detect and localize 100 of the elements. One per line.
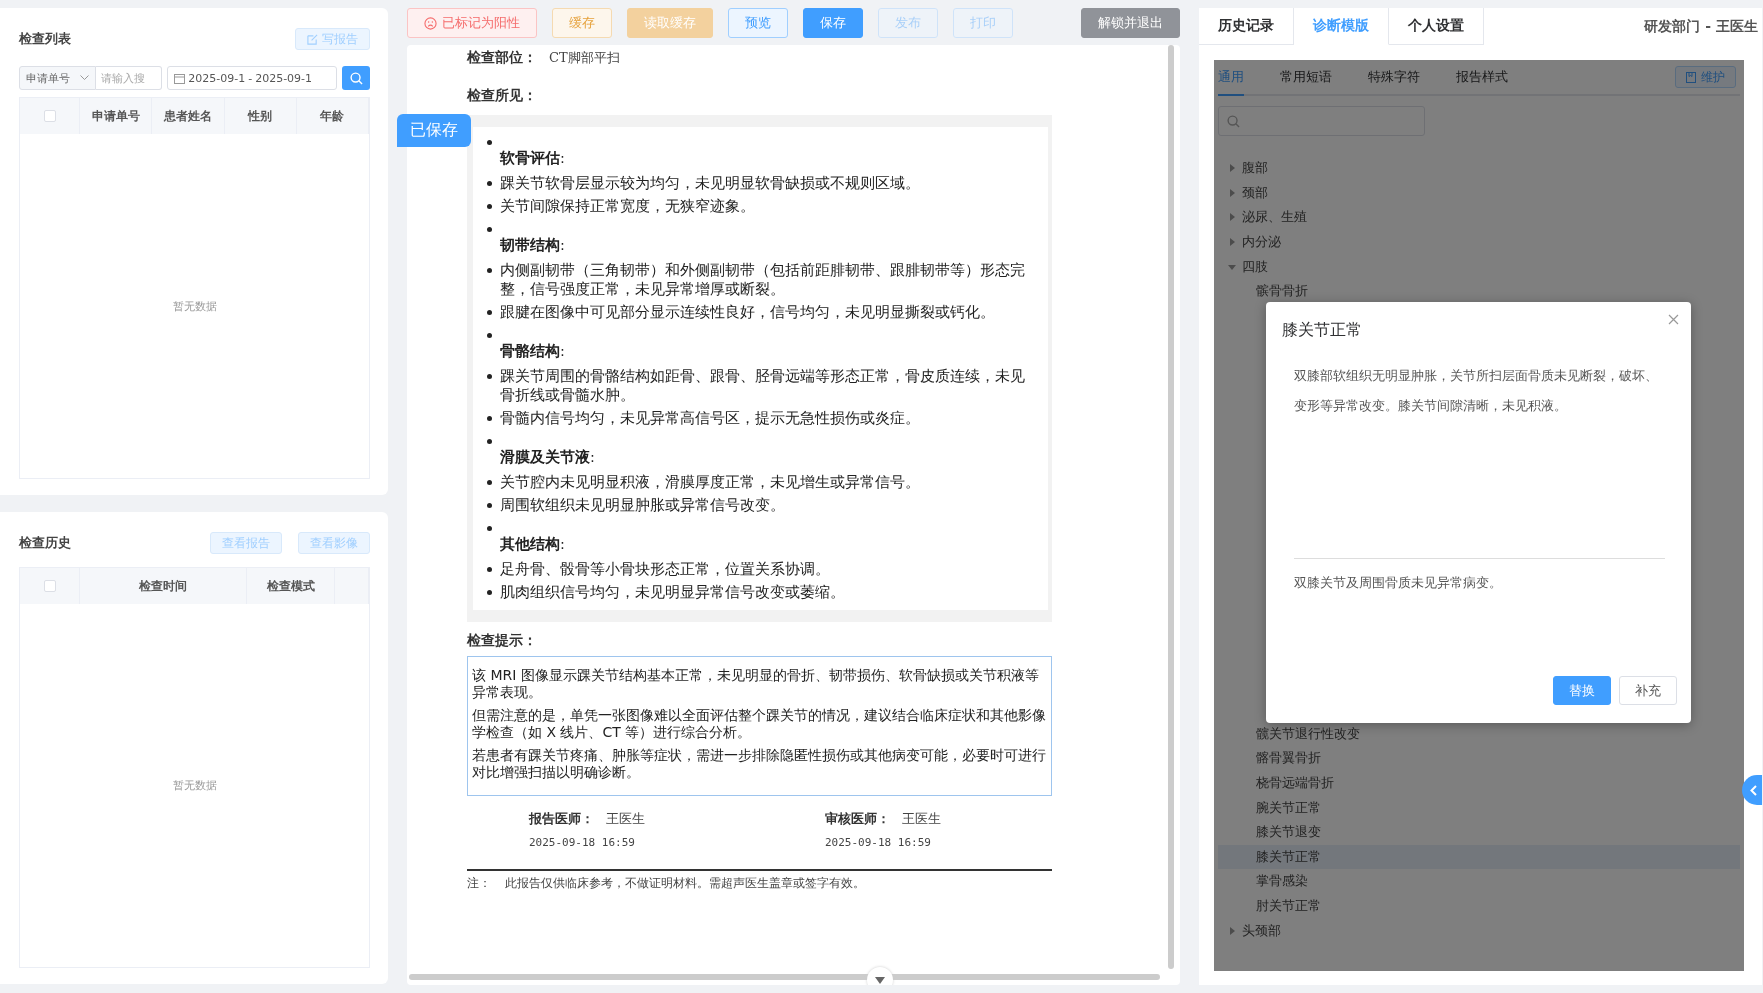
tree-item[interactable]: 肘关节正常 xyxy=(1218,893,1740,919)
dialog-button[interactable]: 补充 xyxy=(1619,676,1677,705)
column-header: 申请单号 xyxy=(80,98,153,134)
finding-text: 踝关节软骨层显示较为均匀，未见明显软骨缺损或不规则区域。 xyxy=(500,174,921,193)
user-name: 研发部门 - 王医生 xyxy=(1644,17,1759,36)
note-label: 注： xyxy=(467,875,491,892)
finding-text: 跟腱在图像中可见部分显示连续性良好，信号均匀，未见明显撕裂或钙化。 xyxy=(500,303,996,322)
tree-item[interactable]: 头颈部 xyxy=(1218,918,1740,943)
edit-icon xyxy=(307,33,318,45)
finding-text: 足舟骨、骰骨等小骨块形态正常，位置关系协调。 xyxy=(500,560,831,579)
field-label: 检查部位： xyxy=(467,49,537,67)
signature-time: 2025-09-18 16:59 xyxy=(825,836,932,849)
section-heading: 韧带结构: xyxy=(499,236,566,255)
signature-label: 报告医师： xyxy=(529,810,594,828)
tree-item[interactable]: 髋关节退行性改变 xyxy=(1218,721,1740,747)
tree-item[interactable]: 髂骨翼骨折 xyxy=(1218,746,1740,771)
signature-label: 审核医师： xyxy=(825,810,890,828)
bullet-icon xyxy=(487,140,492,145)
tree-item[interactable]: 桡骨远端骨折 xyxy=(1218,770,1740,796)
tree-item[interactable]: 腹部 xyxy=(1218,156,1740,181)
chevron-down-icon xyxy=(874,975,886,985)
hint-text: 该 MRI 图像显示踝关节结构基本正常，未见明显的骨折、韧带损伤、软骨缺损或关节积液等异常表现。 xyxy=(472,667,1040,701)
toolbar-button[interactable]: 预览 xyxy=(728,8,788,38)
tab[interactable]: 个人设置 xyxy=(1389,8,1484,45)
sad-face-icon xyxy=(424,16,437,30)
column-header: 检查时间 xyxy=(80,568,247,604)
bullet-icon xyxy=(487,268,492,273)
search-type-select[interactable]: 申请单号 xyxy=(19,66,97,90)
finding-text: 关节腔内未见明显积液，滑膜厚度正常，未见增生或异常信号。 xyxy=(500,473,921,492)
calendar-icon xyxy=(174,72,186,84)
toolbar-button[interactable]: 缓存 xyxy=(552,8,612,38)
close-button[interactable] xyxy=(1668,314,1679,325)
finding-text: 关节间隙保持正常宽度，无狭窄迹象。 xyxy=(500,197,756,216)
section-heading: 骨骼结构: xyxy=(499,342,566,361)
toolbar-button[interactable]: 已标记为阳性 xyxy=(407,8,537,38)
search-button[interactable] xyxy=(342,66,370,90)
tree-item[interactable]: 内分泌 xyxy=(1218,229,1740,255)
bullet-icon xyxy=(487,526,492,531)
note-text: 此报告仅供临床参考，不做证明材料。需超声医生盖章或签字有效。 xyxy=(505,875,865,892)
search-icon xyxy=(349,71,363,85)
bullet-icon xyxy=(487,503,492,508)
column-header: 年龄 xyxy=(296,98,369,134)
scrollbar[interactable] xyxy=(409,974,1160,980)
dialog-title: 膝关节正常 xyxy=(1282,320,1363,341)
dialog-button[interactable]: 替换 xyxy=(1553,676,1611,705)
tree-item[interactable]: 四肢 xyxy=(1218,254,1740,279)
book-icon xyxy=(1686,71,1696,83)
bullet-icon xyxy=(487,310,492,315)
field-value: CT脚部平扫 xyxy=(549,49,620,67)
tree-item[interactable]: 膝关节退变 xyxy=(1218,819,1740,845)
finding-text: 周围软组织未见明显肿胀或异常信号改变。 xyxy=(500,496,786,515)
tab[interactable]: 特殊字符 xyxy=(1368,60,1420,96)
empty-text: 暂无数据 xyxy=(172,298,217,314)
toolbar-button[interactable]: 保存 xyxy=(803,8,863,38)
bullet-icon xyxy=(487,333,492,338)
bullet-icon xyxy=(487,204,492,209)
empty-text: 暂无数据 xyxy=(172,778,217,793)
finding-text: 踝关节周围的骨骼结构如距骨、跟骨、胫骨远端等形态正常，骨皮质连续，未见骨折线或骨髓水肿。 xyxy=(500,367,1026,405)
section-heading: 滑膜及关节液: xyxy=(499,448,596,467)
hint-field[interactable]: 该 MRI 图像显示踝关节结构基本正常，未见明显的骨折、韧带损伤、软骨缺损或关节积液等异常表现。 但需注意的是，单凭一张图像难以全面评估整个踝关节的情况，建议结合临床症状和其他影像学检查（如 X 线片、CT 等）进行综合分析。 若患者有踝关节疼痛、肿胀等症状，需进一步排除隐匿性损伤或其他病变可能，必要时可进行对比增强扫描以明确诊断。 xyxy=(467,656,1052,796)
bullet-icon xyxy=(487,416,492,421)
toolbar-button[interactable]: 解锁并退出 xyxy=(1081,8,1180,38)
bullet-icon xyxy=(487,480,492,485)
scrollbar[interactable] xyxy=(1168,45,1174,969)
section-heading: 其他结构: xyxy=(499,535,566,554)
column-header: 患者姓名 xyxy=(152,98,225,134)
tree-item[interactable]: 掌骨感染 xyxy=(1218,869,1740,894)
chevron-down-icon xyxy=(80,75,90,81)
card-title: 检查列表 xyxy=(19,30,71,48)
hint-text: 若患者有踝关节疼痛、肿胀等症状，需进一步排除隐匿性损伤或其他病变可能，必要时可进行对比增强扫描以明确诊断。 xyxy=(472,747,1047,781)
card-title: 检查历史 xyxy=(19,534,71,552)
tree-item[interactable]: 膝关节正常 xyxy=(1218,844,1740,870)
tree-item[interactable]: 泌尿、生殖 xyxy=(1218,205,1740,230)
tab[interactable]: 历史记录 xyxy=(1199,8,1294,45)
tab[interactable]: 通用 xyxy=(1218,60,1244,96)
bullet-icon xyxy=(487,374,492,379)
saved-badge: 已保存 xyxy=(397,114,471,147)
tab[interactable]: 常用短语 xyxy=(1280,60,1332,96)
field-label: 检查提示： xyxy=(467,632,537,650)
column-header: 性别 xyxy=(224,98,297,134)
date-range-field[interactable]: 2025-09-1 - 2025-09-1 xyxy=(167,66,338,90)
section-heading: 软骨评估: xyxy=(498,149,566,168)
finding-text: 内侧副韧带（三角韧带）和外侧副韧带（包括前距腓韧带、跟腓韧带等）形态完整，信号强度正常，未见异常增厚或断裂。 xyxy=(500,261,1026,299)
close-icon xyxy=(1668,314,1679,325)
tree-item[interactable]: 颈部 xyxy=(1218,180,1740,206)
doctor-name: 王医生 xyxy=(606,810,645,828)
finding-text: 肌肉组织信号均匀，未见明显异常信号改变或萎缩。 xyxy=(500,583,846,602)
search-field[interactable] xyxy=(1218,106,1425,136)
checkbox[interactable] xyxy=(43,110,56,122)
column-header: 检查模式 xyxy=(247,568,335,604)
checkbox[interactable] xyxy=(43,580,56,592)
search-field[interactable]: 请输入搜 xyxy=(96,66,163,90)
field-label: 检查所见： xyxy=(467,87,537,105)
chevron-left-icon xyxy=(1750,784,1757,796)
bullet-icon xyxy=(487,567,492,572)
bullet-icon xyxy=(487,181,492,186)
tree-item[interactable]: 髌骨骨折 xyxy=(1218,278,1740,304)
hint-text: 但需注意的是，单凭一张图像难以全面评估整个踝关节的情况，建议结合临床症状和其他影像学检查（如 X 线片、CT 等）进行综合分析。 xyxy=(472,707,1047,741)
tree-item[interactable]: 腕关节正常 xyxy=(1218,795,1740,820)
tab[interactable]: 报告样式 xyxy=(1456,60,1508,96)
